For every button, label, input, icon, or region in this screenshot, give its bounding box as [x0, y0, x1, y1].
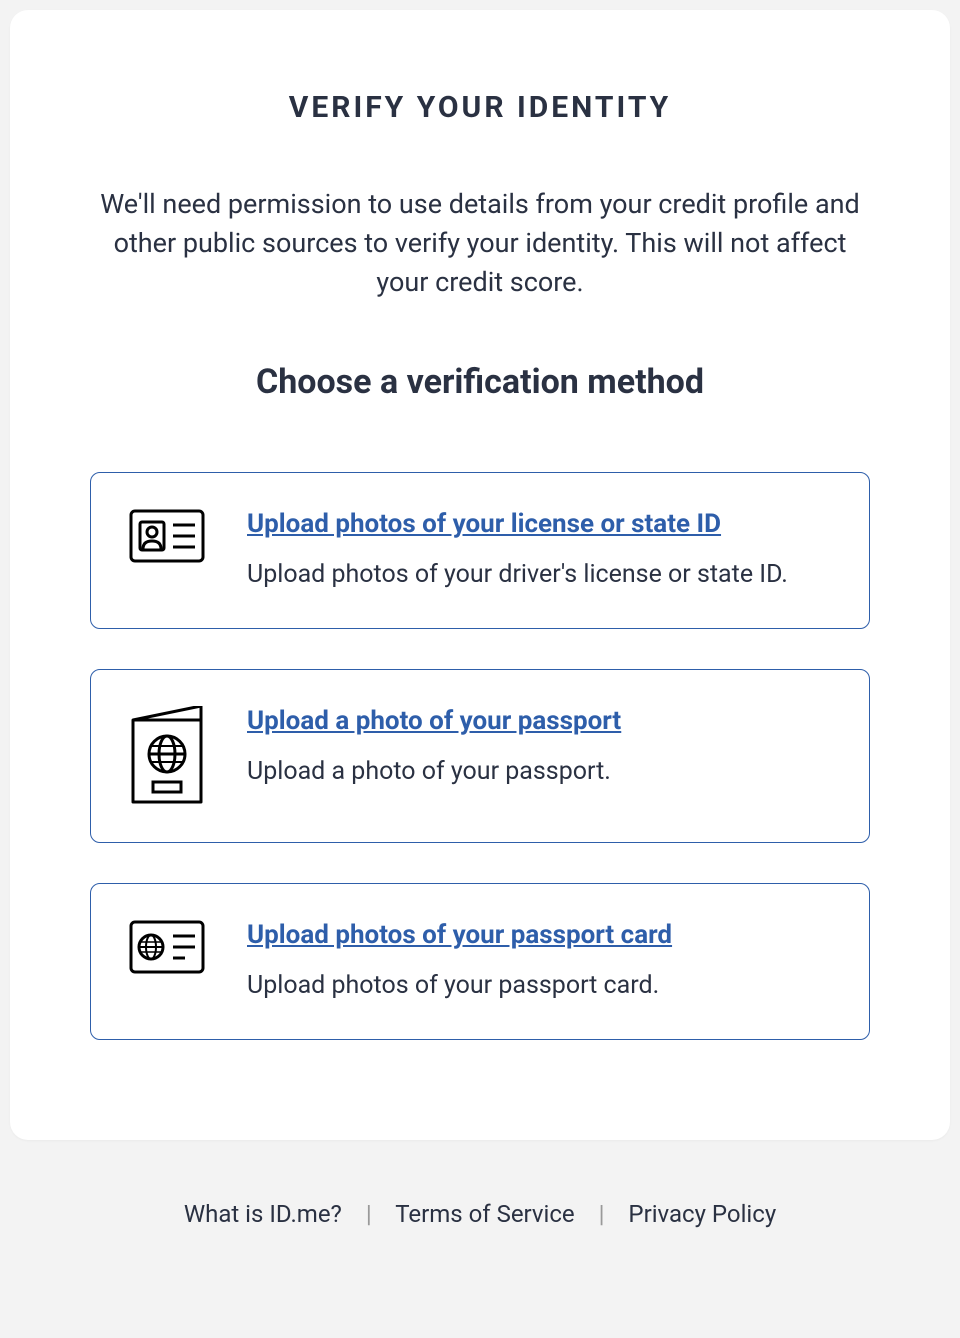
footer-link-privacy[interactable]: Privacy Policy — [628, 1200, 776, 1228]
page-title: VERIFY YOUR IDENTITY — [90, 90, 870, 125]
footer-link-what-is-idme[interactable]: What is ID.me? — [184, 1200, 342, 1228]
method-title-link[interactable]: Upload photos of your passport card — [247, 920, 833, 950]
method-text: Upload a photo of your passport Upload a… — [247, 706, 833, 789]
method-option-license[interactable]: Upload photos of your license or state I… — [90, 472, 870, 629]
footer-links: What is ID.me? | Terms of Service | Priv… — [10, 1200, 950, 1228]
passport-icon — [127, 706, 207, 806]
footer-separator: | — [366, 1200, 372, 1228]
method-text: Upload photos of your license or state I… — [247, 509, 833, 592]
passport-card-icon — [127, 920, 207, 974]
verification-card: VERIFY YOUR IDENTITY We'll need permissi… — [10, 10, 950, 1140]
method-text: Upload photos of your passport card Uplo… — [247, 920, 833, 1003]
method-title-link[interactable]: Upload photos of your license or state I… — [247, 509, 833, 539]
method-desc: Upload a photo of your passport. — [247, 754, 833, 789]
footer-separator: | — [599, 1200, 605, 1228]
method-option-passport-card[interactable]: Upload photos of your passport card Uplo… — [90, 883, 870, 1040]
method-desc: Upload photos of your driver's license o… — [247, 557, 833, 592]
method-desc: Upload photos of your passport card. — [247, 968, 833, 1003]
method-title-link[interactable]: Upload a photo of your passport — [247, 706, 833, 736]
footer-link-terms[interactable]: Terms of Service — [395, 1200, 574, 1228]
id-card-icon — [127, 509, 207, 563]
intro-text: We'll need permission to use details fro… — [90, 185, 870, 302]
method-option-passport[interactable]: Upload a photo of your passport Upload a… — [90, 669, 870, 843]
subtitle: Choose a verification method — [90, 362, 870, 402]
